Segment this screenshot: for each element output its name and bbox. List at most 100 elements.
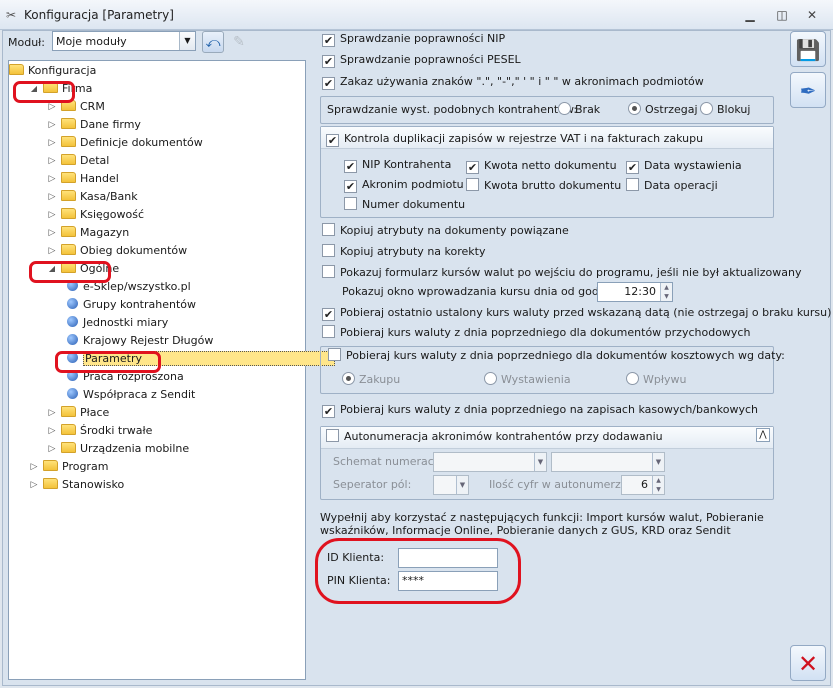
tree-item[interactable]: Detal (61, 152, 109, 170)
radio-button[interactable] (342, 372, 355, 385)
checkbox[interactable] (626, 178, 639, 191)
sep-select[interactable]: ▼ (433, 475, 469, 495)
folder-icon (61, 244, 76, 255)
checkbox[interactable]: ✔ (322, 405, 335, 418)
tree-item[interactable]: Obieg dokumentów (61, 242, 187, 260)
disabled-action-button[interactable]: ✎ (228, 31, 250, 53)
tree-item[interactable]: Program (43, 458, 108, 476)
tree-item[interactable]: Księgowość (61, 206, 144, 224)
expand-arrow-icon[interactable]: ▷ (47, 206, 57, 224)
radio-button[interactable] (484, 372, 497, 385)
expand-arrow-icon[interactable]: ▷ (47, 170, 57, 188)
tree-item[interactable]: Definicje dokumentów (61, 134, 203, 152)
tree-item[interactable]: Kasa/Bank (61, 188, 138, 206)
tree-item[interactable]: Urządzenia mobilne (61, 440, 189, 458)
tree-item[interactable]: Krajowy Rejestr Długów (67, 332, 213, 350)
checkbox[interactable] (322, 265, 335, 278)
radio-button[interactable] (626, 372, 639, 385)
tree-item-label: CRM (80, 100, 105, 113)
tree-item[interactable]: Handel (61, 170, 119, 188)
save-button[interactable]: 💾 (790, 31, 826, 67)
checkbox[interactable] (466, 178, 479, 191)
attr1-label: Kopiuj atrybuty na dokumenty powiązane (340, 224, 569, 237)
tree-item-label: Kasa/Bank (80, 190, 138, 203)
checkbox[interactable] (322, 223, 335, 236)
checkbox[interactable]: ✔ (626, 161, 639, 174)
checkbox[interactable]: ✔ (466, 161, 479, 174)
chevron-down-icon[interactable]: ▼ (179, 32, 195, 50)
checkbox[interactable]: ✔ (322, 77, 335, 90)
chevron-down-icon[interactable]: ▼ (652, 453, 664, 471)
checkbox[interactable]: ✔ (344, 160, 357, 173)
attr2-label: Kopiuj atrybuty na korekty (340, 245, 486, 258)
tree-item[interactable]: Stanowisko (43, 476, 124, 494)
tree-item[interactable]: Płace (61, 404, 109, 422)
expand-arrow-icon[interactable]: ▷ (47, 440, 57, 458)
digits-label: Ilość cyfr w autonumerze: (489, 478, 632, 491)
tree-item-label: Konfiguracja (28, 64, 97, 77)
close-window-button[interactable]: ✕ (804, 7, 820, 23)
refresh-button[interactable]: ⤺ (202, 31, 224, 53)
expand-arrow-icon[interactable]: ▷ (47, 224, 57, 242)
expand-arrow-icon[interactable]: ▷ (29, 458, 39, 476)
app-icon: ✂ (6, 8, 17, 22)
radio-button[interactable] (700, 102, 713, 115)
kurs-time-input[interactable]: 12:30 ▲ ▼ (597, 282, 673, 302)
expand-arrow-icon[interactable]: ▷ (47, 242, 57, 260)
restore-button[interactable]: ◫ (774, 7, 790, 23)
tree-item[interactable]: Grupy kontrahentów (67, 296, 196, 314)
schema1-select[interactable]: ▼ (433, 452, 547, 472)
checkbox[interactable]: ✔ (322, 34, 335, 47)
checkbox[interactable]: ✔ (322, 55, 335, 68)
close-button[interactable]: ✕ (790, 645, 826, 681)
digits-input[interactable]: 6 ▲ ▼ (621, 475, 665, 495)
expand-arrow-icon[interactable]: ▷ (47, 152, 57, 170)
schema2-select[interactable]: ▼ (551, 452, 665, 472)
modul-label: Moduł: (8, 36, 46, 49)
expand-arrow-icon[interactable]: ▷ (47, 134, 57, 152)
window-title: Konfiguracja [Parametry] (24, 8, 174, 22)
info-text: Wypełnij aby korzystać z następujących f… (320, 511, 764, 537)
tree-item-label: Dane firmy (80, 118, 141, 131)
chevron-down-icon[interactable]: ▼ (534, 453, 546, 471)
folder-icon (61, 154, 76, 165)
schema-label: Schemat numeracji: (333, 455, 444, 468)
tree-item[interactable]: Konfiguracja (9, 62, 96, 80)
chevron-down-icon[interactable]: ▼ (456, 476, 468, 494)
checkbox[interactable] (322, 244, 335, 257)
checkbox[interactable] (328, 348, 341, 361)
tree-item[interactable]: Jednostki miary (67, 314, 168, 332)
kurs-form-label: Pokazuj formularz kursów walut po wejści… (340, 266, 802, 279)
expand-arrow-icon[interactable]: ▷ (47, 116, 57, 134)
tree-item-label: Jednostki miary (83, 316, 169, 329)
spinner-icon[interactable]: ▲ ▼ (652, 476, 664, 494)
tree-item[interactable]: Magazyn (61, 224, 129, 242)
expand-arrow-icon[interactable]: ▷ (47, 404, 57, 422)
zakaz-label: Zakaz używania znaków ".", "-"," ' " i "… (340, 75, 704, 88)
kurs-cash-label: Pobieraj kurs waluty z dnia poprzedniego… (340, 403, 758, 416)
tree-item-label: Środki trwałe (80, 424, 153, 437)
tree-item-label: Definicje dokumentów (80, 136, 203, 149)
collapse-chevron-icon[interactable]: ⋀ (756, 428, 770, 442)
edit-button[interactable]: ✒ (790, 72, 826, 108)
spinner-icon[interactable]: ▲ ▼ (660, 283, 672, 301)
checkbox[interactable]: ✔ (326, 134, 339, 147)
checkbox[interactable]: ✔ (322, 308, 335, 321)
config-tree[interactable]: Konfiguracja ◢ Firma ▷ CRM ▷ Dane firmy ▷ Defini… (8, 60, 335, 680)
minimize-button[interactable]: ▁ (742, 7, 758, 23)
expand-arrow-icon[interactable]: ▷ (47, 422, 57, 440)
checkbox[interactable] (322, 325, 335, 338)
tree-item[interactable]: Środki trwałe (61, 422, 152, 440)
radio-button[interactable] (558, 102, 571, 115)
expand-arrow-icon[interactable]: ▷ (29, 476, 39, 494)
tree-item[interactable]: Współpraca z Sendit (67, 386, 195, 404)
tree-item[interactable]: Dane firmy (61, 116, 141, 134)
tree-item-label: Urządzenia mobilne (80, 442, 190, 455)
expand-arrow-icon[interactable]: ▷ (47, 188, 57, 206)
checkbox[interactable]: ✔ (344, 180, 357, 193)
checkbox[interactable] (326, 429, 339, 442)
modul-select[interactable]: Moje moduły ▼ (52, 31, 196, 51)
kurs-prev-cost-label: Pobieraj kurs waluty z dnia poprzedniego… (346, 349, 785, 362)
checkbox[interactable] (344, 197, 357, 210)
radio-button[interactable] (628, 102, 641, 115)
